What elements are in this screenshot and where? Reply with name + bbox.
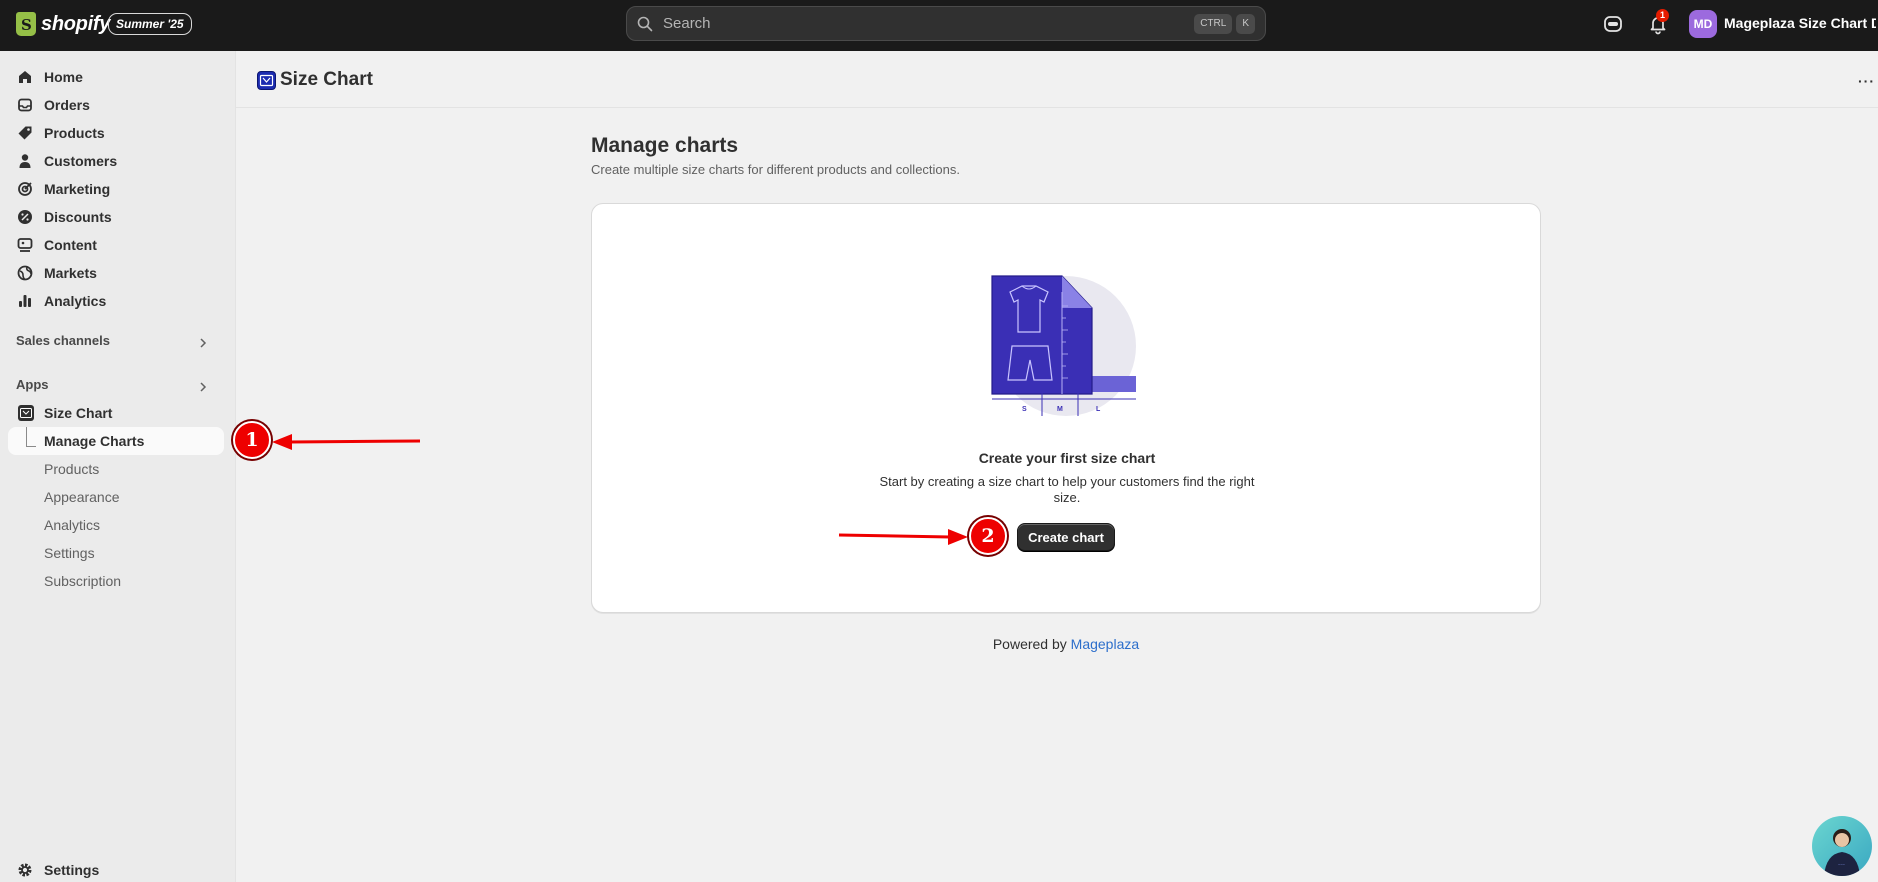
sidebar-subitem-subscription[interactable]: Subscription [44,573,121,589]
powered-by-text: Powered by [992,636,1071,652]
app-title-bar: Size Chart ··· [236,51,1878,108]
size-label-l: L [1096,406,1101,413]
chevron-right-icon[interactable] [197,380,209,392]
size-chart-logo-icon [257,71,276,90]
sidebar: Home Orders Products Customers Marketing… [0,51,236,882]
size-label-m: M [1057,406,1063,413]
inbox-icon [16,96,34,114]
sidebar-item-label: Products [44,125,105,141]
home-icon [16,68,34,86]
discount-icon [16,208,34,226]
apps-label[interactable]: Apps [16,377,49,392]
shopify-wordmark: shopify [41,12,111,35]
sidebar-item-content[interactable]: Content [16,232,97,258]
avatar[interactable]: MD [1689,10,1717,38]
sidebar-subitem-settings[interactable]: Settings [44,545,95,561]
sidebar-subitem-analytics[interactable]: Analytics [44,517,100,533]
sidebar-item-label: Settings [44,862,100,878]
sidebar-item-label: Markets [44,265,97,281]
shortcut-key-k: K [1236,13,1255,34]
size-chart-app-icon [18,405,34,421]
top-bar: shopify Summer '25 Search CTRL K 1 MD Ma… [0,0,1878,51]
target-icon [16,180,34,198]
page-title: Size Chart [280,69,373,90]
sidebar-item-label: Discounts [44,209,112,225]
shopify-bag-icon [16,12,36,36]
sidebar-item-label: Size Chart [44,405,113,421]
sidebar-item-analytics[interactable]: Analytics [16,288,106,314]
support-agent-icon: ~~~ [1824,829,1860,876]
sidebar-item-label: Content [44,237,97,253]
store-name[interactable]: Mageplaza Size Chart De... [1724,15,1876,31]
chevron-right-icon[interactable] [197,336,209,348]
sidebar-item-marketing[interactable]: Marketing [16,176,110,202]
size-label-s: S [1022,406,1027,413]
section-description: Create multiple size charts for differen… [591,162,960,177]
sidebar-subitem-appearance[interactable]: Appearance [44,489,120,505]
sidebar-item-label: Home [44,69,83,85]
content-icon [16,236,34,254]
shopify-logo[interactable]: shopify [16,12,110,36]
sidebar-item-label: Analytics [44,293,107,309]
sidebar-item-size-chart[interactable]: Size Chart [18,405,112,421]
empty-state-description: Start by creating a size chart to help y… [879,474,1255,505]
sidebar-subitem-products[interactable]: Products [44,461,99,477]
annotation-marker-1: 1 [233,421,271,459]
sidebar-item-label: Orders [44,97,90,113]
sidebar-item-products[interactable]: Products [16,120,105,146]
search-icon [637,16,653,32]
shortcut-key-ctrl: CTRL [1194,13,1233,34]
globe-icon [16,264,34,282]
gear-icon [16,861,34,879]
svg-text:~~~: ~~~ [1838,862,1846,867]
more-actions-button[interactable]: ··· [1858,73,1875,89]
sidebar-item-home[interactable]: Home [16,64,83,90]
help-chat-avatar[interactable]: ~~~ [1812,816,1872,876]
tag-icon [16,124,34,142]
sidebar-item-discounts[interactable]: Discounts [16,204,112,230]
empty-state-title: Create your first size chart [978,450,1156,466]
sidebar-item-customers[interactable]: Customers [16,148,117,174]
create-chart-button[interactable]: Create chart [1017,523,1115,551]
empty-state-card: S M L Create your first size chart Start… [591,203,1541,613]
annotation-marker-2: 2 [969,517,1007,555]
person-icon [16,152,34,170]
size-chart-illustration: S M L [991,275,1136,416]
sidebar-item-markets[interactable]: Markets [16,260,97,286]
section-heading: Manage charts [591,134,739,157]
sales-channels-label[interactable]: Sales channels [16,333,110,348]
notification-badge: 1 [1656,9,1669,22]
sidebar-item-label: Marketing [44,181,111,197]
arrow-head-icon [272,434,292,450]
mageplaza-link[interactable]: Mageplaza [1071,636,1140,652]
tree-connector [26,427,36,447]
sidebar-item-label: Customers [44,153,118,169]
sidebar-item-settings[interactable]: Settings [16,861,99,879]
search-input[interactable]: Search [663,15,1190,32]
bar-chart-icon [16,292,34,310]
powered-by-footer: Powered by Mageplaza [0,636,1878,652]
sidebar-item-orders[interactable]: Orders [16,92,90,118]
search-bar[interactable]: Search CTRL K [626,6,1266,41]
edition-badge[interactable]: Summer '25 [108,13,192,35]
sidebar-subitem-manage-charts[interactable]: Manage Charts [44,433,144,449]
sidekick-icon[interactable] [1602,13,1624,35]
